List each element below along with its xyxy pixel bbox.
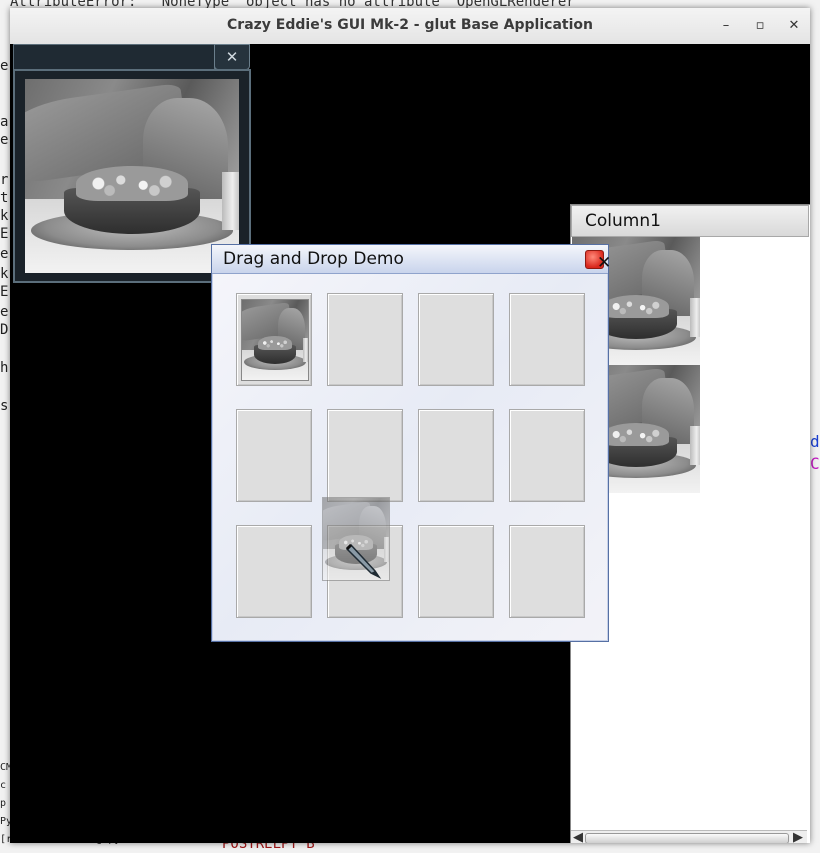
terminal-fragment: D bbox=[0, 322, 9, 338]
window-title: Crazy Eddie's GUI Mk-2 - glut Base Appli… bbox=[227, 17, 593, 33]
horizontal-scrollbar[interactable]: ◀ ▶ bbox=[571, 830, 807, 843]
draggable-image[interactable] bbox=[241, 299, 309, 381]
terminal-fragment: t bbox=[0, 190, 9, 206]
close-icon: ✕ bbox=[225, 48, 239, 66]
terminal-fragment: s bbox=[0, 398, 9, 414]
drop-slot[interactable] bbox=[327, 293, 403, 386]
drop-slot[interactable] bbox=[236, 409, 312, 502]
drop-slot[interactable] bbox=[509, 293, 585, 386]
terminal-fragment: E bbox=[0, 284, 9, 300]
frame-titlebar[interactable] bbox=[13, 44, 215, 71]
terminal-fragment: e bbox=[0, 304, 9, 320]
scroll-left-icon[interactable]: ◀ bbox=[573, 830, 583, 843]
pen-cursor-icon bbox=[345, 543, 382, 579]
terminal-fragment: e bbox=[0, 132, 9, 148]
terminal-fragment: k bbox=[0, 266, 9, 282]
terminal-fragment: d bbox=[810, 432, 820, 451]
window-titlebar[interactable]: Crazy Eddie's GUI Mk-2 - glut Base Appli… bbox=[10, 8, 810, 45]
terminal-fragment: k bbox=[0, 208, 9, 224]
maximize-button[interactable]: ▫ bbox=[750, 16, 770, 36]
column-header-label: Column1 bbox=[585, 211, 661, 231]
cereal-image bbox=[25, 79, 239, 273]
drop-slot[interactable] bbox=[236, 525, 312, 618]
app-window: Crazy Eddie's GUI Mk-2 - glut Base Appli… bbox=[10, 8, 810, 843]
scroll-right-icon[interactable]: ▶ bbox=[793, 830, 803, 843]
minimize-button[interactable]: – bbox=[716, 16, 736, 36]
dialog-titlebar[interactable]: Drag and Drop Demo ✕ bbox=[212, 245, 611, 274]
terminal-fragment: a bbox=[0, 114, 9, 130]
column-header[interactable]: Column1 bbox=[571, 205, 809, 237]
frame-close-button[interactable]: ✕ bbox=[214, 44, 250, 70]
terminal-fragment: C bbox=[810, 454, 820, 473]
drop-slot[interactable] bbox=[418, 525, 494, 618]
dialog-close-button[interactable]: ✕ bbox=[585, 250, 611, 272]
terminal-fragment: h bbox=[0, 360, 9, 376]
window-close-button[interactable]: ✕ bbox=[784, 16, 804, 36]
scrollbar-thumb[interactable] bbox=[585, 833, 789, 843]
close-icon: ✕ bbox=[597, 253, 612, 273]
drop-slot[interactable] bbox=[236, 293, 312, 386]
drop-slot[interactable] bbox=[509, 525, 585, 618]
terminal-fragment: c bbox=[0, 780, 7, 791]
dialog-title: Drag and Drop Demo bbox=[223, 249, 404, 269]
terminal-fragment: r bbox=[0, 172, 9, 188]
terminal-fragment: E bbox=[0, 226, 9, 242]
gl-canvas[interactable]: ✕ Column1 ◀ ▶ Drag and Drop Demo ✕ bbox=[10, 44, 810, 843]
terminal-fragment: p bbox=[0, 798, 7, 809]
drop-slot[interactable] bbox=[509, 409, 585, 502]
drop-slot[interactable] bbox=[327, 409, 403, 502]
terminal-fragment: e bbox=[0, 58, 9, 74]
drop-slot[interactable] bbox=[418, 293, 494, 386]
drop-slot[interactable] bbox=[418, 409, 494, 502]
drag-drop-dialog: Drag and Drop Demo ✕ bbox=[211, 244, 611, 642]
terminal-fragment: e bbox=[0, 246, 9, 262]
